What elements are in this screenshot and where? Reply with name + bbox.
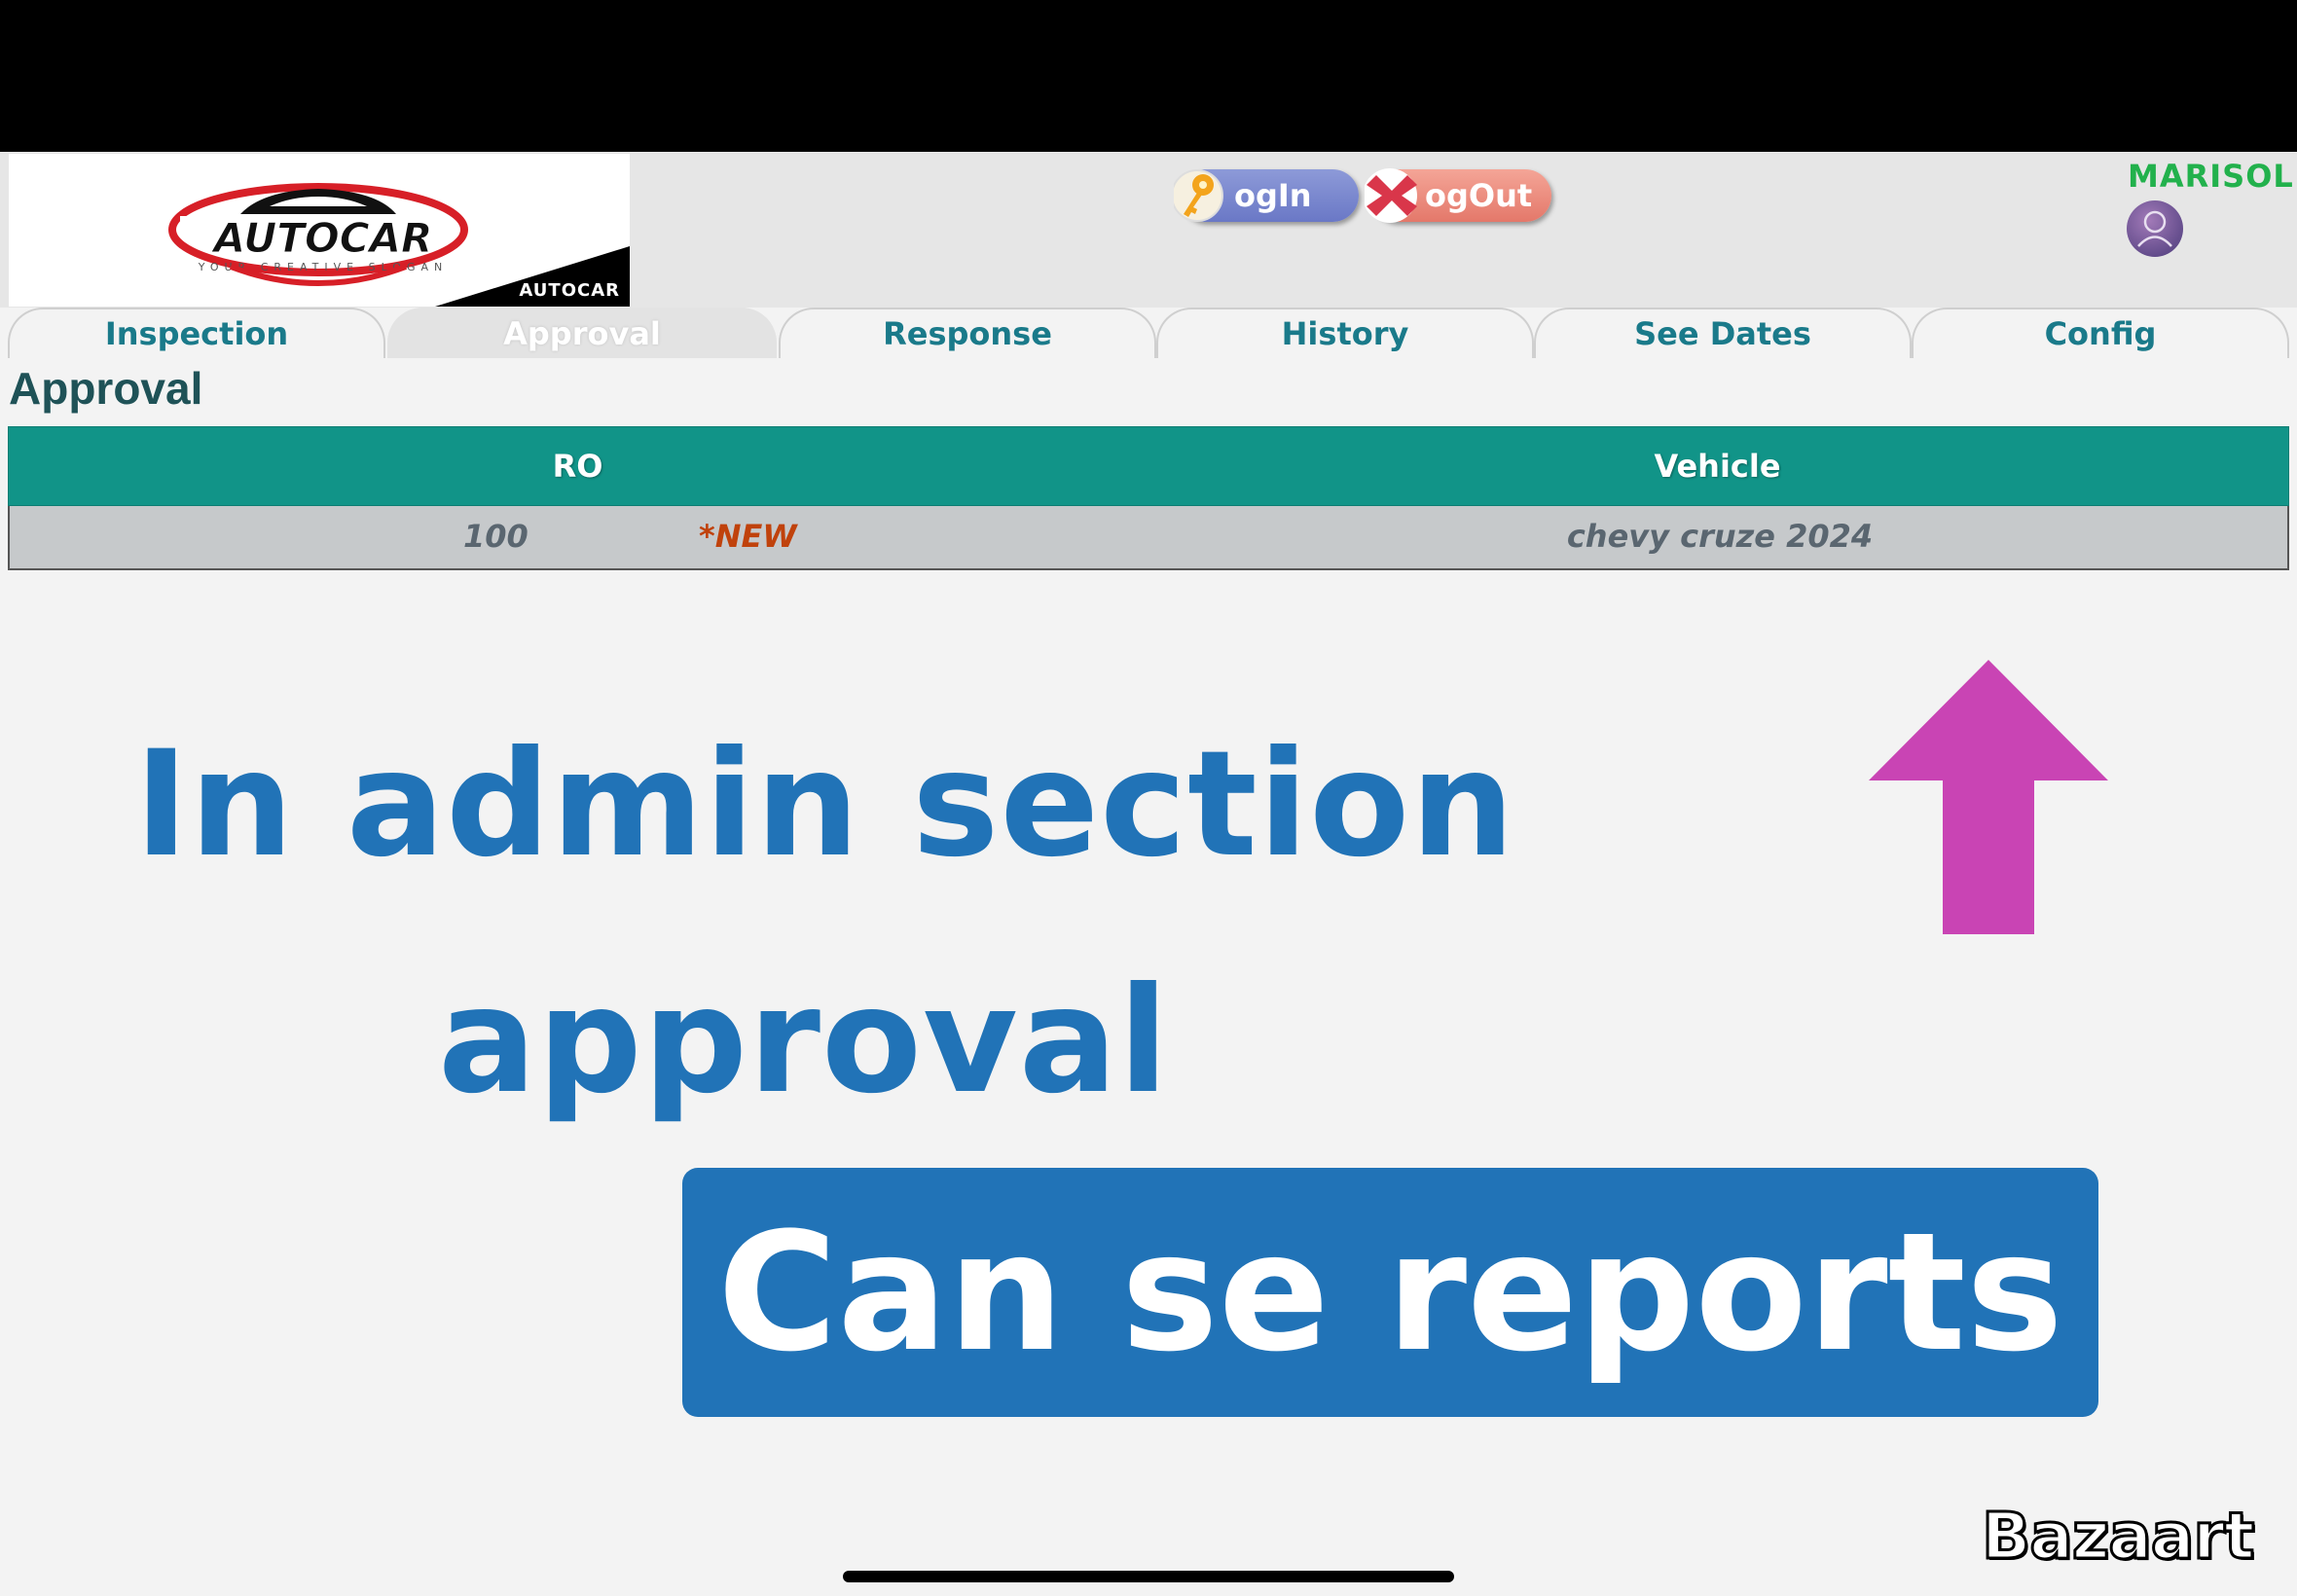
vehicle-cell: chevy cruze 2024 [1566, 518, 1874, 555]
login-button[interactable]: ogIn [1174, 169, 1359, 222]
tab-label: Approval [503, 315, 661, 352]
app-screen: AUTOCAR YOUR CREATIVE SLOGAN AUTOCAR ogI… [0, 0, 2297, 1596]
ro-number-cell: 100 [463, 518, 529, 555]
username-label: MARISOL [2128, 158, 2294, 195]
table-header: RO Vehicle [8, 426, 2289, 506]
tab-label: History [1281, 315, 1409, 352]
tab-approval[interactable]: Approval [387, 308, 777, 358]
logo-brand-text: AUTOCAR [211, 214, 433, 262]
tab-see-dates[interactable]: See Dates [1534, 308, 1912, 358]
close-icon [1365, 168, 1417, 223]
overlay-caption-line2: approval [438, 957, 1170, 1126]
tab-label: Inspection [104, 315, 289, 352]
tab-label: Response [883, 315, 1052, 352]
overlay-highlight-text: Can se reports [717, 1197, 2063, 1388]
bazaart-watermark: Bazaart [1980, 1498, 2255, 1576]
overlay-caption-line1: In admin section [134, 720, 1516, 889]
logout-button[interactable]: ogOut [1365, 168, 1551, 223]
overlay-highlight-box: Can se reports [682, 1168, 2098, 1417]
tab-label: See Dates [1634, 315, 1811, 352]
up-arrow-icon [1869, 660, 2108, 934]
table-row[interactable]: 100 *NEW chevy cruze 2024 [8, 506, 2289, 570]
tab-inspection[interactable]: Inspection [8, 308, 385, 358]
column-header-ro[interactable]: RO [9, 427, 1147, 505]
column-header-vehicle[interactable]: Vehicle [1147, 427, 2288, 505]
nav-tabs: Inspection Approval Response History See… [8, 308, 2289, 358]
tab-config[interactable]: Config [1912, 308, 2289, 358]
tab-label: Config [2044, 315, 2157, 352]
logout-label: ogOut [1425, 177, 1533, 214]
status-bar [0, 0, 2297, 152]
new-badge: *NEW [699, 518, 797, 555]
logo-corner-brand: AUTOCAR [519, 280, 620, 301]
user-icon [2137, 210, 2172, 247]
home-indicator[interactable] [843, 1571, 1454, 1582]
key-icon [1174, 169, 1223, 222]
page-title: Approval [9, 363, 203, 414]
tab-response[interactable]: Response [779, 308, 1156, 358]
approval-table: RO Vehicle 100 *NEW chevy cruze 2024 [8, 426, 2289, 570]
user-avatar[interactable] [2127, 200, 2183, 257]
tab-history[interactable]: History [1156, 308, 1534, 358]
login-label: ogIn [1234, 177, 1312, 214]
autocar-logo: AUTOCAR YOUR CREATIVE SLOGAN AUTOCAR [9, 154, 630, 307]
